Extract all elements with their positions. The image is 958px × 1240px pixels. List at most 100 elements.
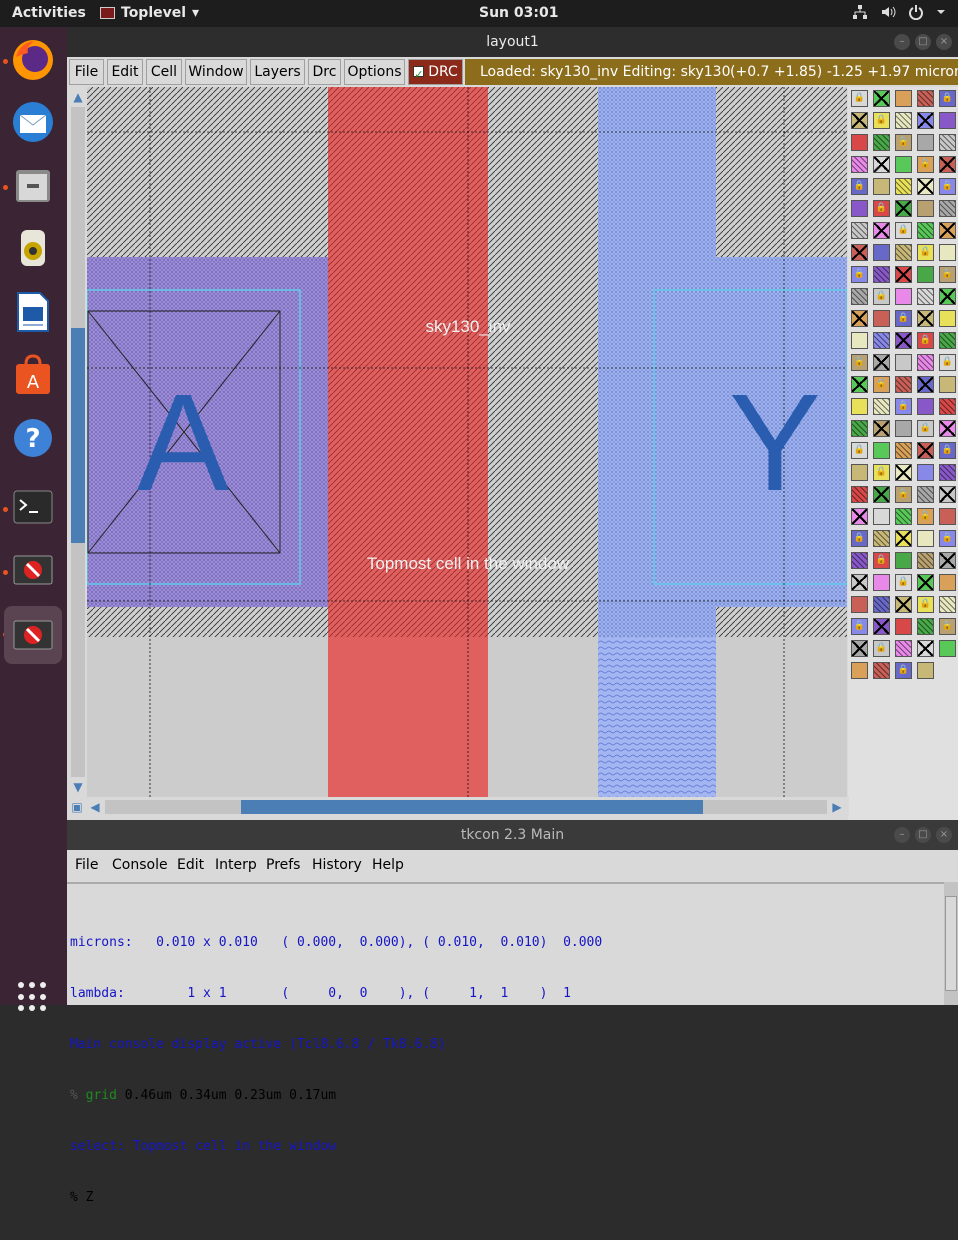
software-icon[interactable]: A (8, 350, 58, 400)
layer-swatch[interactable]: 🔒 (917, 508, 934, 525)
layer-swatch[interactable] (895, 266, 912, 283)
layer-swatch[interactable] (939, 288, 956, 305)
drc-checkbox[interactable] (413, 63, 425, 87)
vscroll-thumb[interactable] (71, 328, 85, 543)
layer-swatch[interactable] (873, 90, 890, 107)
writer-icon[interactable] (8, 287, 58, 337)
layer-swatch[interactable] (939, 486, 956, 503)
layer-swatch[interactable] (939, 376, 956, 393)
layer-swatch[interactable]: 🔒 (851, 90, 868, 107)
layer-swatch[interactable] (873, 574, 890, 591)
layer-swatch[interactable] (895, 420, 912, 437)
layer-swatch[interactable] (851, 288, 868, 305)
activities-button[interactable]: Activities (12, 5, 86, 21)
layout-canvas[interactable]: sky130_inv Topmost cell in the window A … (87, 87, 847, 797)
layer-swatch[interactable] (917, 464, 934, 481)
layer-swatch[interactable] (895, 442, 912, 459)
layer-swatch[interactable] (939, 508, 956, 525)
layer-swatch[interactable] (917, 574, 934, 591)
magic-window-active-icon[interactable] (4, 606, 62, 664)
layer-swatch[interactable]: 🔒 (895, 310, 912, 327)
layer-swatch[interactable] (851, 486, 868, 503)
layer-swatch[interactable] (939, 552, 956, 569)
horizontal-scrollbar[interactable]: ▣ ◀ ▶ (69, 797, 849, 817)
layer-swatch[interactable] (917, 178, 934, 195)
diffusion-region-right[interactable] (716, 87, 847, 257)
layer-swatch[interactable] (917, 530, 934, 547)
layer-swatch[interactable] (895, 596, 912, 613)
tk-menu-edit[interactable]: Edit (177, 857, 204, 873)
tk-menu-file[interactable]: File (75, 857, 98, 873)
layer-swatch[interactable]: 🔒 (873, 200, 890, 217)
layer-swatch[interactable] (917, 90, 934, 107)
console-input-line[interactable]: % Z (70, 1189, 944, 1206)
layer-swatch[interactable] (895, 354, 912, 371)
layer-swatch[interactable] (895, 464, 912, 481)
layer-swatch[interactable] (939, 464, 956, 481)
layer-swatch[interactable] (873, 618, 890, 635)
layer-swatch[interactable]: 🔒 (851, 530, 868, 547)
layer-swatch[interactable] (917, 288, 934, 305)
system-tray[interactable] (852, 4, 946, 20)
layer-swatch[interactable] (851, 156, 868, 173)
layer-swatch[interactable] (851, 420, 868, 437)
layer-swatch[interactable]: 🔒 (895, 222, 912, 239)
layer-swatch[interactable] (873, 354, 890, 371)
layer-swatch[interactable] (917, 618, 934, 635)
menu-file[interactable]: File (69, 59, 104, 85)
layer-swatch[interactable] (873, 266, 890, 283)
help-icon[interactable]: ? (8, 413, 58, 463)
files-icon[interactable] (8, 160, 58, 210)
layer-swatch[interactable] (873, 662, 890, 679)
minimize-icon[interactable]: – (894, 34, 910, 50)
layer-swatch[interactable]: 🔒 (873, 288, 890, 305)
layer-swatch[interactable] (939, 134, 956, 151)
layer-swatch[interactable] (873, 442, 890, 459)
maximize-icon[interactable]: □ (915, 34, 931, 50)
layer-swatch[interactable] (917, 662, 934, 679)
layer-swatch[interactable] (895, 552, 912, 569)
console-output[interactable]: microns: 0.010 x 0.010 ( 0.000, 0.000), … (67, 882, 944, 1205)
layer-swatch[interactable]: 🔒 (939, 618, 956, 635)
layer-swatch[interactable] (917, 200, 934, 217)
drc-toggle[interactable]: DRC (408, 59, 463, 87)
layer-swatch[interactable] (939, 156, 956, 173)
layer-swatch[interactable]: 🔒 (851, 442, 868, 459)
layer-swatch[interactable] (939, 398, 956, 415)
layer-swatch[interactable]: 🔒 (917, 332, 934, 349)
scroll-down-icon[interactable]: ▼ (71, 779, 85, 795)
layer-swatch[interactable]: 🔒 (917, 244, 934, 261)
layer-swatch[interactable] (917, 134, 934, 151)
layer-swatch[interactable]: 🔒 (873, 552, 890, 569)
layer-swatch[interactable]: 🔒 (895, 662, 912, 679)
layer-swatch[interactable] (939, 310, 956, 327)
layer-swatch[interactable] (917, 112, 934, 129)
close-icon[interactable]: × (936, 827, 952, 843)
menu-window[interactable]: Window (185, 59, 247, 85)
layout-titlebar[interactable]: layout1 – □ × (67, 27, 958, 57)
layer-swatch[interactable]: 🔒 (917, 596, 934, 613)
output-strip-lower[interactable] (598, 637, 716, 797)
layer-swatch[interactable] (917, 552, 934, 569)
layer-swatch[interactable] (873, 596, 890, 613)
show-applications-icon[interactable] (18, 982, 48, 1012)
layer-swatch[interactable]: 🔒 (851, 178, 868, 195)
layer-swatch[interactable]: 🔒 (873, 640, 890, 657)
layer-swatch[interactable] (851, 244, 868, 261)
layer-swatch[interactable]: 🔒 (895, 398, 912, 415)
scroll-right-icon[interactable]: ▶ (829, 799, 845, 815)
layer-swatch[interactable] (851, 376, 868, 393)
layer-swatch[interactable] (895, 376, 912, 393)
layer-swatch[interactable] (939, 200, 956, 217)
layer-swatch[interactable] (895, 640, 912, 657)
layer-swatch[interactable]: 🔒 (851, 618, 868, 635)
layer-swatch[interactable] (851, 508, 868, 525)
hscroll-thumb[interactable] (241, 800, 703, 814)
layer-swatch[interactable] (873, 530, 890, 547)
layer-swatch[interactable] (851, 310, 868, 327)
layer-swatch[interactable]: 🔒 (851, 354, 868, 371)
layer-swatch[interactable] (939, 596, 956, 613)
layer-swatch[interactable] (895, 156, 912, 173)
firefox-icon[interactable] (8, 35, 58, 85)
layer-swatch[interactable] (895, 508, 912, 525)
